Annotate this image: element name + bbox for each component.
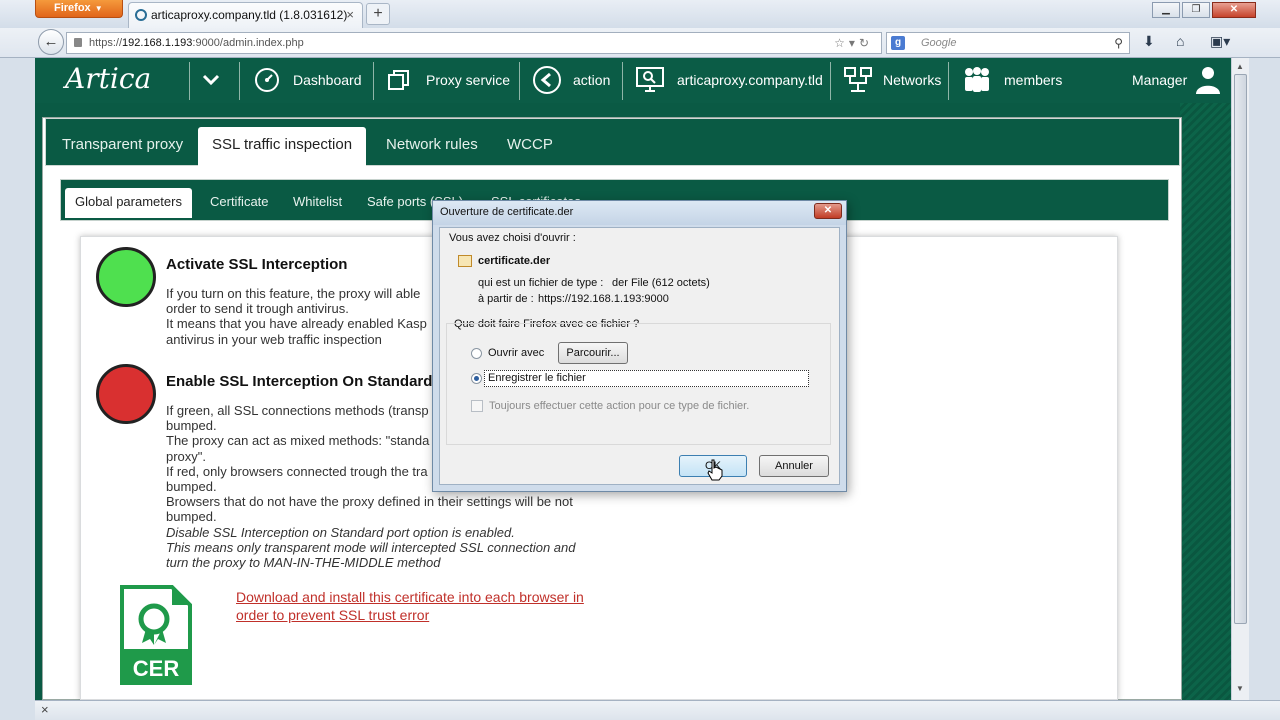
dialog-close-button[interactable]: ✕: [814, 203, 842, 219]
dialog-intro: Vous avez choisi d'ouvrir :: [449, 232, 576, 244]
window-close-button[interactable]: ✕: [1212, 2, 1256, 18]
lock-icon: [74, 38, 82, 47]
maximize-button[interactable]: ❐: [1182, 2, 1210, 18]
search-icon[interactable]: ⚲: [1114, 33, 1123, 53]
hand-cursor-icon: [707, 459, 723, 481]
browser-titlebar: Firefox ▼ articaproxy.company.tld (1.8.03…: [0, 0, 1280, 28]
menu-server[interactable]: articaproxy.company.tld: [677, 72, 823, 88]
url-prefix: https://: [89, 37, 123, 49]
menu-manager[interactable]: Manager: [1132, 72, 1187, 88]
open-with-label[interactable]: Ouvrir avec: [488, 347, 544, 359]
back-button[interactable]: ←: [38, 29, 64, 55]
always-do-checkbox[interactable]: [471, 400, 483, 412]
vertical-scrollbar[interactable]: ▲ ▼: [1231, 58, 1249, 700]
right-margin: [1249, 58, 1280, 700]
chevron-down-icon[interactable]: [199, 68, 223, 92]
search-placeholder: Google: [921, 37, 957, 49]
url-path: :9000/admin.index.php: [192, 37, 304, 49]
file-source-label: à partir de :: [478, 293, 534, 305]
browse-button[interactable]: Parcourir...: [558, 342, 628, 364]
tab-network-rules[interactable]: Network rules: [372, 127, 492, 167]
addon-icon[interactable]: ▣▾: [1210, 33, 1230, 50]
menu-dashboard[interactable]: Dashboard: [293, 72, 362, 88]
tab-close-icon[interactable]: ×: [346, 7, 354, 22]
dialog-title: Ouverture de certificate.der: [433, 201, 846, 225]
members-icon: [965, 67, 989, 92]
tab-transparent-proxy[interactable]: Transparent proxy: [48, 127, 197, 167]
save-file-radio[interactable]: [471, 373, 482, 384]
file-type-label: qui est un fichier de type :: [478, 277, 604, 289]
download-icon[interactable]: ⬇: [1143, 33, 1155, 50]
menu-action[interactable]: action: [573, 72, 610, 88]
dashboard-icon: [255, 68, 279, 92]
artica-logo[interactable]: Artica: [65, 62, 151, 95]
file-source-value: https://192.168.1.193:9000: [538, 293, 669, 305]
cancel-button[interactable]: Annuler: [759, 455, 829, 477]
download-certificate-link[interactable]: Download and install this certificate in…: [236, 588, 616, 624]
monitor-search-icon: [636, 67, 664, 92]
save-file-label[interactable]: Enregistrer le fichier: [488, 372, 586, 384]
menu-networks[interactable]: Networks: [883, 72, 941, 88]
tab-wccp[interactable]: WCCP: [493, 127, 567, 167]
app-header: Artica Dashboard Proxy service action ar…: [35, 58, 1231, 103]
favicon-icon: [135, 9, 147, 21]
search-input[interactable]: g Google ⚲: [886, 32, 1130, 54]
dialog-filename: certificate.der: [478, 255, 551, 267]
file-icon: [458, 255, 472, 267]
ssl-interception-title: Activate SSL Interception: [166, 256, 348, 273]
scroll-up-icon[interactable]: ▲: [1236, 62, 1244, 71]
open-with-radio[interactable]: [471, 348, 482, 359]
minimize-button[interactable]: ▁: [1152, 2, 1180, 18]
proxy-service-icon: [388, 70, 409, 90]
scrollbar-thumb[interactable]: [1234, 74, 1247, 624]
url-host: 192.168.1.193: [122, 37, 193, 49]
firefox-menu-button[interactable]: Firefox ▼: [35, 0, 123, 18]
browser-tab[interactable]: articaproxy.company.tld (1.8.031612) ×: [128, 2, 363, 28]
menu-members[interactable]: members: [1004, 72, 1062, 88]
google-icon: g: [891, 36, 905, 50]
url-bar[interactable]: https://192.168.1.193:9000/admin.index.p…: [66, 32, 882, 54]
tab-title: articaproxy.company.tld (1.8.031612): [151, 8, 348, 22]
status-bar: ×: [35, 700, 1280, 720]
new-tab-button[interactable]: +: [366, 3, 390, 25]
networks-icon: [844, 67, 872, 92]
user-icon[interactable]: [1194, 65, 1222, 95]
navigation-toolbar: ← https://192.168.1.193:9000/admin.index…: [0, 28, 1280, 58]
decorative-stripes: [1180, 103, 1231, 700]
subtab-global-parameters[interactable]: Global parameters: [65, 188, 192, 218]
svg-text:CER: CER: [133, 656, 180, 681]
file-type-value: der File (612 octets): [612, 277, 710, 289]
certificate-file-icon[interactable]: CER: [120, 585, 192, 685]
standard-port-interception-toggle[interactable]: [96, 364, 156, 424]
menu-proxy-service[interactable]: Proxy service: [426, 72, 510, 88]
close-icon[interactable]: ×: [41, 702, 49, 717]
ssl-interception-toggle[interactable]: [96, 247, 156, 307]
home-icon[interactable]: ⌂: [1176, 33, 1184, 49]
subtab-whitelist[interactable]: Whitelist: [283, 188, 352, 218]
left-margin: [0, 58, 35, 720]
scroll-down-icon[interactable]: ▼: [1236, 684, 1244, 693]
subtab-certificate[interactable]: Certificate: [200, 188, 279, 218]
always-do-label[interactable]: Toujours effectuer cette action pour ce …: [489, 400, 749, 412]
standard-port-interception-title: Enable SSL Interception On Standard: [166, 373, 433, 390]
primary-tabs: Transparent proxy SSL traffic inspection…: [45, 118, 1180, 167]
action-back-icon: [533, 66, 561, 94]
tab-ssl-traffic-inspection[interactable]: SSL traffic inspection: [198, 127, 367, 167]
url-actions[interactable]: ☆▾↻: [834, 33, 873, 53]
